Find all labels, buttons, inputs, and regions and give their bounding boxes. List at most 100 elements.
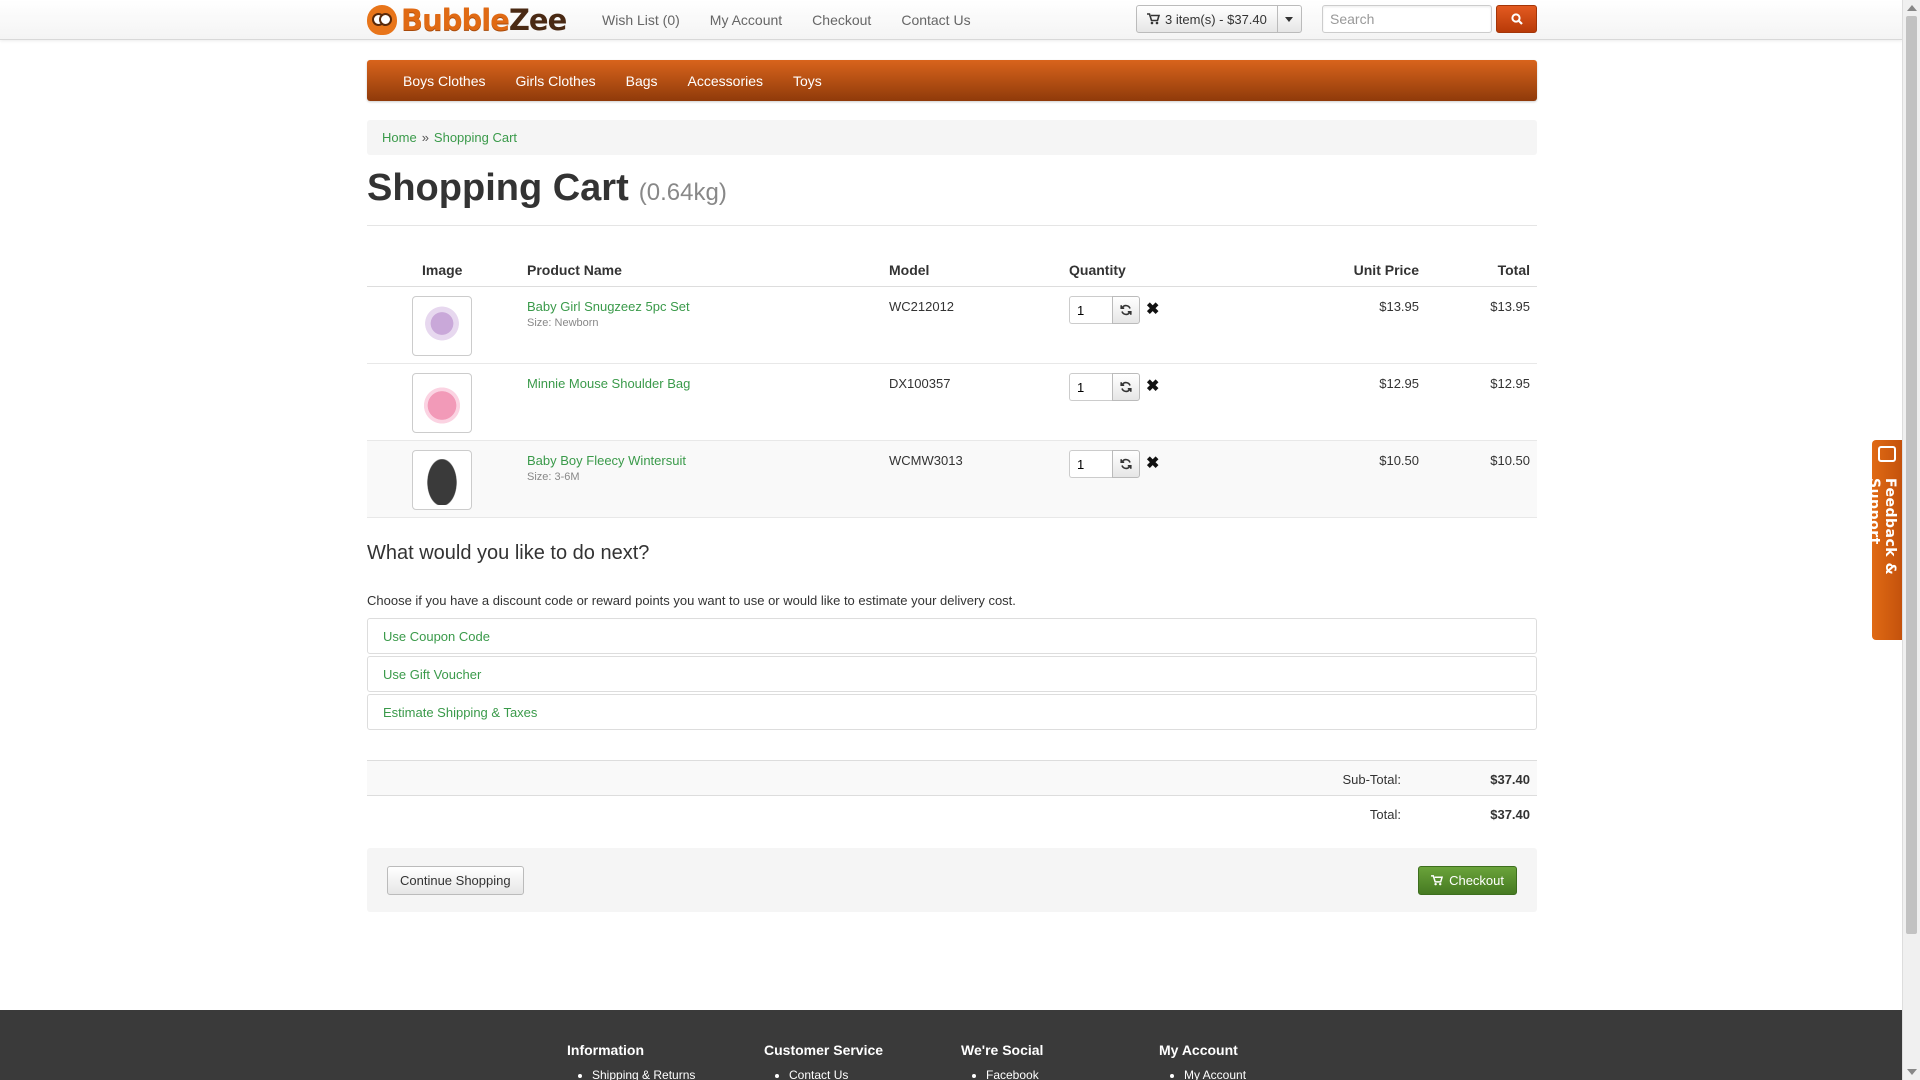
cart-icon (1147, 13, 1160, 25)
cart-summary-button[interactable]: 3 item(s) - $37.40 (1137, 6, 1277, 32)
cart-row: Baby Girl Snugzeez 5pc Set Size: Newborn… (367, 287, 1537, 364)
top-bar: BubbleZee Wish List (0) My Account Check… (0, 0, 1902, 40)
footer-link[interactable]: Shipping & Returns (592, 1068, 695, 1080)
subtotal-value: $37.40 (1490, 772, 1530, 787)
remove-icon[interactable]: ✖ (1146, 302, 1159, 318)
page-title-block: Shopping Cart (0.64kg) (367, 167, 1537, 226)
next-steps-title: What would you like to do next? (367, 542, 650, 564)
feedback-icon (1878, 446, 1896, 462)
scroll-down-arrow-icon[interactable] (1907, 1069, 1917, 1075)
product-option: Size: Newborn (527, 317, 599, 329)
cart-summary-text: 3 item(s) - $37.40 (1165, 11, 1267, 27)
update-quantity-button[interactable] (1112, 450, 1140, 478)
scroll-up-arrow-icon[interactable] (1907, 5, 1917, 11)
voucher-panel[interactable]: Use Gift Voucher (367, 656, 1537, 692)
footer-heading: We're Social (961, 1042, 1044, 1058)
page-title: Shopping Cart (367, 167, 629, 209)
refresh-icon (1120, 381, 1132, 393)
product-model: WC212012 (889, 299, 955, 314)
cart-totals: Sub-Total: $37.40 Total: $37.40 (367, 760, 1537, 830)
product-name-cell: Baby Girl Snugzeez 5pc Set Size: Newborn (527, 299, 690, 329)
contact-us-link[interactable]: Contact Us (901, 12, 970, 28)
category-girls-clothes[interactable]: Girls Clothes (515, 73, 595, 89)
page-scrollbar[interactable] (1902, 0, 1920, 1080)
product-image (417, 378, 467, 428)
category-accessories[interactable]: Accessories (688, 73, 763, 89)
use-gift-voucher-link[interactable]: Use Gift Voucher (383, 667, 481, 682)
top-nav: Wish List (0) My Account Checkout Contac… (602, 0, 1001, 40)
quantity-input[interactable] (1069, 296, 1112, 324)
logo-text: BubbleZee (401, 3, 567, 37)
shipping-estimate-panel[interactable]: Estimate Shipping & Taxes (367, 694, 1537, 730)
footer-column-social: We're Social Facebook (961, 1042, 1043, 1080)
coupon-panel[interactable]: Use Coupon Code (367, 618, 1537, 654)
col-quantity: Quantity (1069, 262, 1126, 278)
owl-logo-icon (367, 5, 397, 35)
quantity-control: ✖ (1069, 373, 1159, 401)
scrollbar-thumb[interactable] (1906, 16, 1917, 934)
quantity-input[interactable] (1069, 450, 1112, 478)
cart-row: Minnie Mouse Shoulder Bag DX100357 ✖ $12… (367, 364, 1537, 441)
footer-heading: My Account (1159, 1042, 1238, 1058)
line-total: $10.50 (1490, 453, 1530, 468)
unit-price: $12.95 (1379, 376, 1419, 391)
category-bags[interactable]: Bags (626, 73, 658, 89)
footer-link[interactable]: My Account (1184, 1068, 1246, 1080)
checkout-link[interactable]: Checkout (812, 12, 871, 28)
cart-weight: (0.64kg) (638, 179, 727, 206)
feedback-support-tab[interactable]: Feedback & Support (1866, 440, 1902, 640)
breadcrumb-separator: » (421, 130, 429, 145)
product-thumbnail[interactable] (412, 450, 472, 510)
subtotal-row: Sub-Total: $37.40 (367, 760, 1537, 795)
product-name-link[interactable]: Baby Boy Fleecy Wintersuit (527, 453, 686, 468)
product-name-cell: Minnie Mouse Shoulder Bag (527, 376, 690, 394)
next-steps-description: Choose if you have a discount code or re… (367, 593, 1016, 608)
col-image: Image (422, 262, 463, 278)
update-quantity-button[interactable] (1112, 373, 1140, 401)
product-thumbnail[interactable] (412, 296, 472, 356)
search-input[interactable] (1322, 5, 1492, 33)
feedback-tab-label: Feedback & Support (1866, 478, 1898, 576)
total-value: $37.40 (1490, 807, 1530, 822)
cart-buttons-bar: Continue Shopping Checkout (367, 848, 1537, 912)
breadcrumb: Home » Shopping Cart (367, 120, 1537, 155)
product-thumbnail[interactable] (412, 373, 472, 433)
footer-link[interactable]: Facebook (986, 1068, 1039, 1080)
col-model: Model (889, 262, 930, 278)
total-label: Total: (1369, 807, 1401, 822)
quantity-input[interactable] (1069, 373, 1112, 401)
cart-table: Image Product Name Model Quantity Unit P… (367, 255, 1537, 518)
my-account-link[interactable]: My Account (710, 12, 782, 28)
footer-column-customer-service: Customer Service Contact Us (764, 1042, 883, 1080)
search-button[interactable] (1496, 5, 1537, 33)
quantity-control: ✖ (1069, 450, 1159, 478)
footer-link[interactable]: Contact Us (789, 1068, 848, 1080)
unit-price: $10.50 (1379, 453, 1419, 468)
unit-price: $13.95 (1379, 299, 1419, 314)
continue-shopping-button[interactable]: Continue Shopping (387, 866, 524, 895)
breadcrumb-home[interactable]: Home (382, 130, 417, 145)
product-name-link[interactable]: Baby Girl Snugzeez 5pc Set (527, 299, 690, 314)
category-boys-clothes[interactable]: Boys Clothes (403, 73, 485, 89)
cart-dropdown[interactable]: 3 item(s) - $37.40 (1136, 5, 1302, 33)
refresh-icon (1120, 304, 1132, 316)
estimate-shipping-link[interactable]: Estimate Shipping & Taxes (383, 705, 537, 720)
footer: Information Shipping & Returns Customer … (0, 1010, 1902, 1080)
remove-icon[interactable]: ✖ (1146, 456, 1159, 472)
breadcrumb-shopping-cart[interactable]: Shopping Cart (434, 130, 517, 145)
footer-heading: Information (567, 1042, 644, 1058)
wishlist-link[interactable]: Wish List (0) (602, 12, 680, 28)
total-row: Total: $37.40 (367, 795, 1537, 830)
footer-heading: Customer Service (764, 1042, 884, 1058)
logo-text-bubble: Bubble (401, 3, 510, 37)
update-quantity-button[interactable] (1112, 296, 1140, 324)
site-logo[interactable]: BubbleZee (367, 2, 567, 38)
use-coupon-link[interactable]: Use Coupon Code (383, 629, 490, 644)
cart-caret-toggle[interactable] (1276, 6, 1301, 32)
checkout-button[interactable]: Checkout (1418, 866, 1517, 895)
category-toys[interactable]: Toys (793, 73, 822, 89)
remove-icon[interactable]: ✖ (1146, 379, 1159, 395)
cart-row: Baby Boy Fleecy Wintersuit Size: 3-6M WC… (367, 441, 1537, 518)
col-total: Total (1497, 262, 1530, 278)
product-name-link[interactable]: Minnie Mouse Shoulder Bag (527, 376, 690, 391)
